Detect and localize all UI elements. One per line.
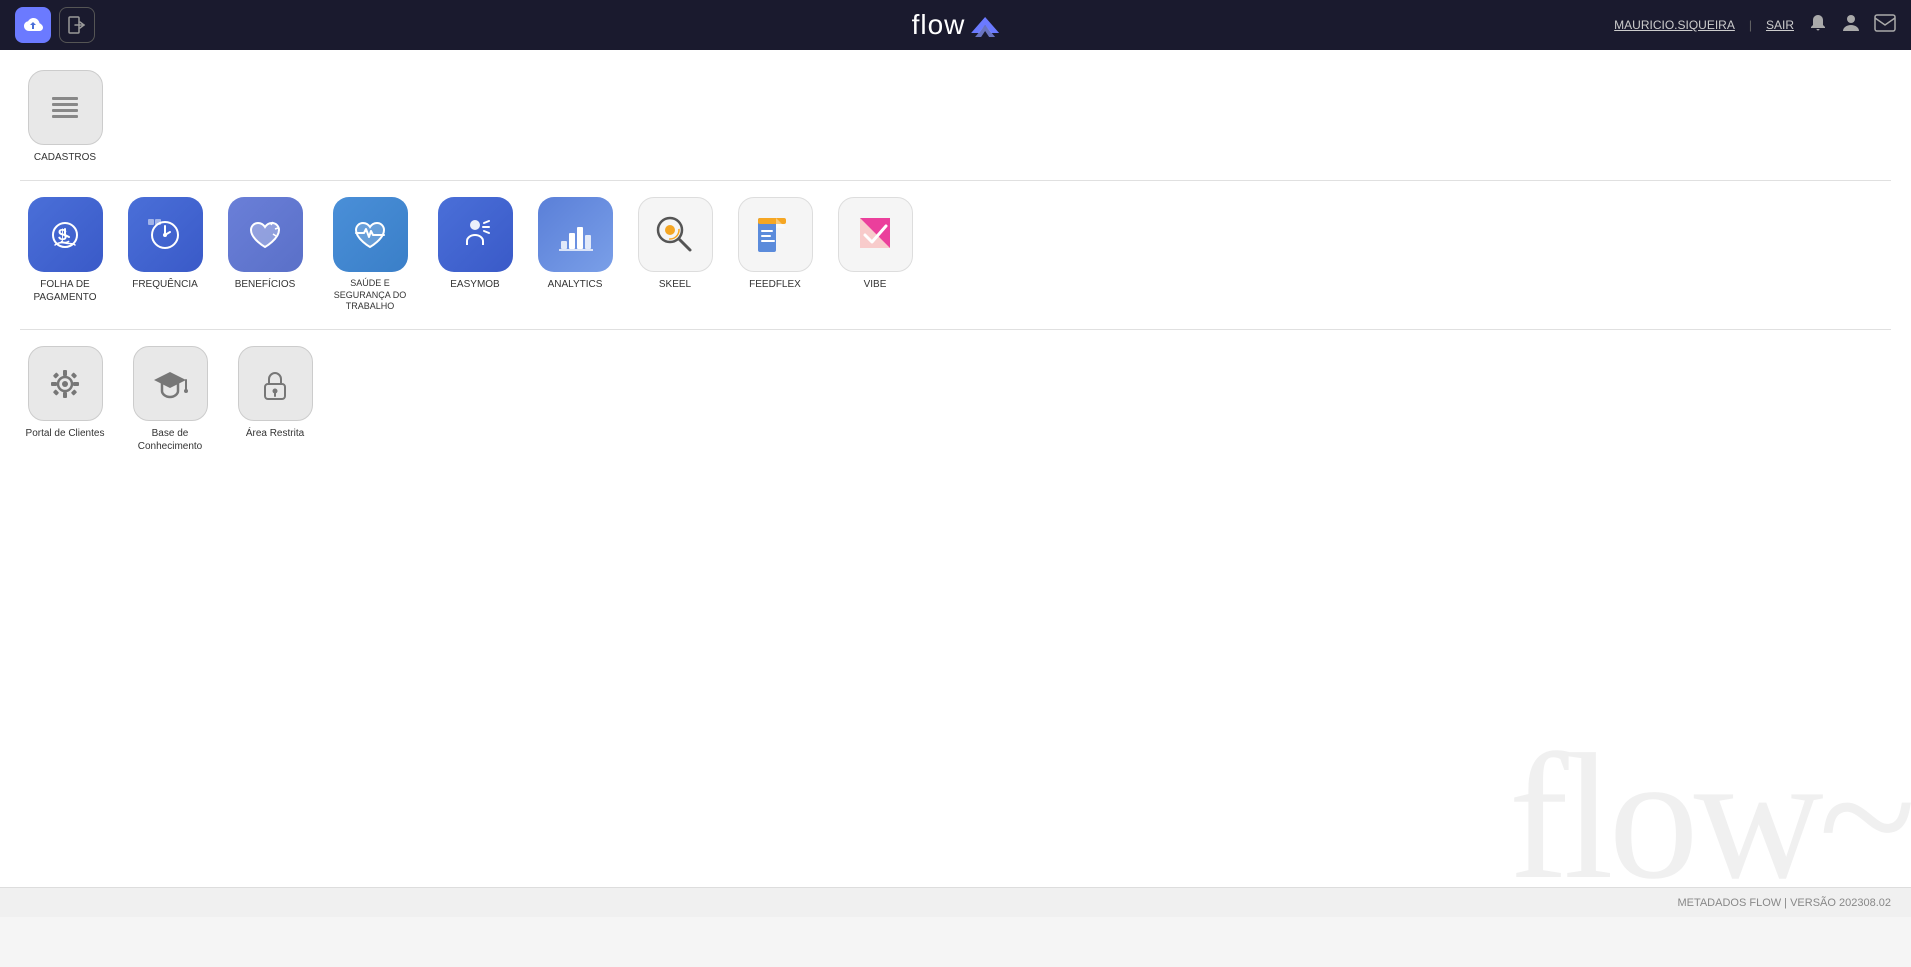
sair-link[interactable]: SAIR	[1766, 18, 1794, 32]
folha-icon: $	[28, 197, 103, 272]
app-item-folha[interactable]: $ FOLHA DEPAGAMENTO	[20, 197, 110, 313]
saude-label: SAÚDE ESEGURANÇA DOTRABALHO	[334, 278, 407, 313]
cadastros-list-icon	[46, 89, 84, 127]
base-conhecimento-icon	[133, 346, 208, 421]
cadastros-icon	[28, 70, 103, 145]
watermark: flow~	[1509, 727, 1911, 907]
cloud-icon	[22, 16, 44, 34]
portal-grid: Portal de Clientes Base deConhecimento	[20, 346, 1891, 453]
flow-logo-icon	[971, 13, 999, 37]
app-item-frequencia[interactable]: FREQUÊNCIA	[120, 197, 210, 313]
exit-icon-button[interactable]	[59, 7, 95, 43]
main-content: CADASTROS $ FOLHA DEPAG	[0, 50, 1911, 887]
nav-separator: |	[1749, 18, 1752, 32]
footer: METADADOS FLOW | VERSÃO 202308.02	[0, 887, 1911, 917]
cadastros-item[interactable]: CADASTROS	[20, 70, 110, 164]
vibe-label: VIBE	[864, 278, 887, 291]
beneficios-label: BENEFÍCIOS	[235, 278, 296, 291]
area-restrita-label: Área Restrita	[246, 427, 304, 440]
navbar-icons	[1808, 12, 1896, 39]
navbar-center: flow	[912, 9, 1000, 41]
svg-text:$: $	[58, 227, 67, 244]
portal-clientes-icon	[28, 346, 103, 421]
easymob-icon	[438, 197, 513, 272]
notifications-icon[interactable]	[1808, 13, 1828, 38]
navbar: flow MAURICIO.SIQUEIRA | SAIR	[0, 0, 1911, 50]
cloud-icon-button[interactable]	[15, 7, 51, 43]
app-item-feedflex[interactable]: FEEDFLEX	[730, 197, 820, 313]
app-item-vibe[interactable]: VIBE	[830, 197, 920, 313]
exit-icon	[68, 16, 86, 34]
skeel-label: SKEEL	[659, 278, 691, 291]
easymob-label: EASYMOB	[450, 278, 499, 291]
base-conhecimento-label: Base deConhecimento	[138, 427, 202, 453]
portal-clientes-label: Portal de Clientes	[26, 427, 105, 440]
analytics-icon	[538, 197, 613, 272]
app-item-area-restrita[interactable]: Área Restrita	[230, 346, 320, 453]
messages-icon[interactable]	[1874, 14, 1896, 37]
saude-icon	[333, 197, 408, 272]
app-item-saude[interactable]: SAÚDE ESEGURANÇA DOTRABALHO	[320, 197, 420, 313]
vibe-icon	[838, 197, 913, 272]
analytics-label: ANALYTICS	[548, 278, 603, 291]
section-divider-1	[20, 180, 1891, 181]
beneficios-icon	[228, 197, 303, 272]
section-divider-2	[20, 329, 1891, 330]
feedflex-label: FEEDFLEX	[749, 278, 801, 291]
app-item-analytics[interactable]: ANALYTICS	[530, 197, 620, 313]
app-item-easymob[interactable]: EASYMOB	[430, 197, 520, 313]
cadastros-label: CADASTROS	[34, 151, 96, 164]
app-item-skeel[interactable]: SKEEL	[630, 197, 720, 313]
cadastros-section: CADASTROS	[20, 70, 1891, 164]
footer-text: METADADOS FLOW | VERSÃO 202308.02	[1677, 897, 1891, 909]
navbar-right: MAURICIO.SIQUEIRA | SAIR	[1614, 12, 1896, 39]
feedflex-icon	[738, 197, 813, 272]
frequencia-label: FREQUÊNCIA	[132, 278, 198, 291]
skeel-icon	[638, 197, 713, 272]
app-item-base-conhecimento[interactable]: Base deConhecimento	[120, 346, 220, 453]
apps-section: $ FOLHA DEPAGAMENTO	[20, 197, 1891, 313]
app-item-beneficios[interactable]: BENEFÍCIOS	[220, 197, 310, 313]
folha-label: FOLHA DEPAGAMENTO	[34, 278, 97, 304]
user-name[interactable]: MAURICIO.SIQUEIRA	[1614, 18, 1735, 32]
area-restrita-icon	[238, 346, 313, 421]
user-profile-icon[interactable]	[1840, 12, 1862, 39]
apps-grid: $ FOLHA DEPAGAMENTO	[20, 197, 1891, 313]
frequencia-icon	[128, 197, 203, 272]
app-title: flow	[912, 9, 966, 41]
navbar-left	[15, 7, 95, 43]
portal-section: Portal de Clientes Base deConhecimento	[20, 346, 1891, 453]
app-item-portal-clientes[interactable]: Portal de Clientes	[20, 346, 110, 453]
